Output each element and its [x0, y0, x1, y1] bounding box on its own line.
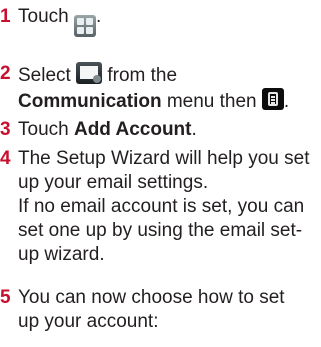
- menu-key-icon: [261, 88, 284, 110]
- step-3: 3 Touch Add Account.: [0, 118, 197, 142]
- email-app-icon: [76, 62, 103, 84]
- step-text-part: .: [283, 91, 290, 112]
- step-text-part: Touch: [18, 6, 74, 27]
- step-number: 4: [0, 148, 11, 169]
- step-text-part: Touch: [18, 119, 74, 140]
- step-line: The Setup Wizard will help you set: [18, 148, 310, 169]
- step-text-part: Select: [18, 65, 77, 86]
- step-text-part: menu then: [161, 91, 262, 112]
- step-text-bold: Add Account: [73, 119, 192, 140]
- step-2: 2 Select from the Communication menu the…: [0, 62, 289, 114]
- step-text: Touch Add Account.: [18, 118, 197, 142]
- step-text: Select from the Communication menu then …: [18, 62, 289, 114]
- step-line: You can now choose how to set: [18, 287, 285, 308]
- step-line: If no email account is set, you can: [18, 196, 305, 217]
- step-4: 4 The Setup Wizard will help you set up …: [0, 147, 309, 267]
- step-text-bold: Communication: [18, 91, 162, 112]
- apps-grid-icon: [73, 15, 96, 37]
- step-number: 2: [0, 63, 11, 84]
- step-number: 3: [0, 119, 11, 140]
- step-1: 1 Touch .: [0, 5, 101, 37]
- step-line: up wizard.: [18, 244, 105, 265]
- step-5: 5 You can now choose how to set up your …: [0, 286, 285, 334]
- step-text: The Setup Wizard will help you set up yo…: [18, 147, 309, 267]
- step-text: You can now choose how to set up your ac…: [18, 286, 285, 334]
- step-line: up your email settings.: [18, 172, 209, 193]
- step-number: 5: [0, 287, 11, 308]
- step-line: set one up by using the email set-: [18, 220, 303, 241]
- instruction-steps: 1 Touch . 2 Select from the Communicatio…: [0, 0, 321, 347]
- step-text-part: from the: [102, 65, 178, 86]
- step-line: up your account:: [18, 311, 159, 332]
- step-text-part: .: [95, 6, 102, 27]
- step-text-part: .: [191, 119, 197, 140]
- step-text: Touch .: [18, 5, 101, 37]
- step-number: 1: [0, 6, 11, 27]
